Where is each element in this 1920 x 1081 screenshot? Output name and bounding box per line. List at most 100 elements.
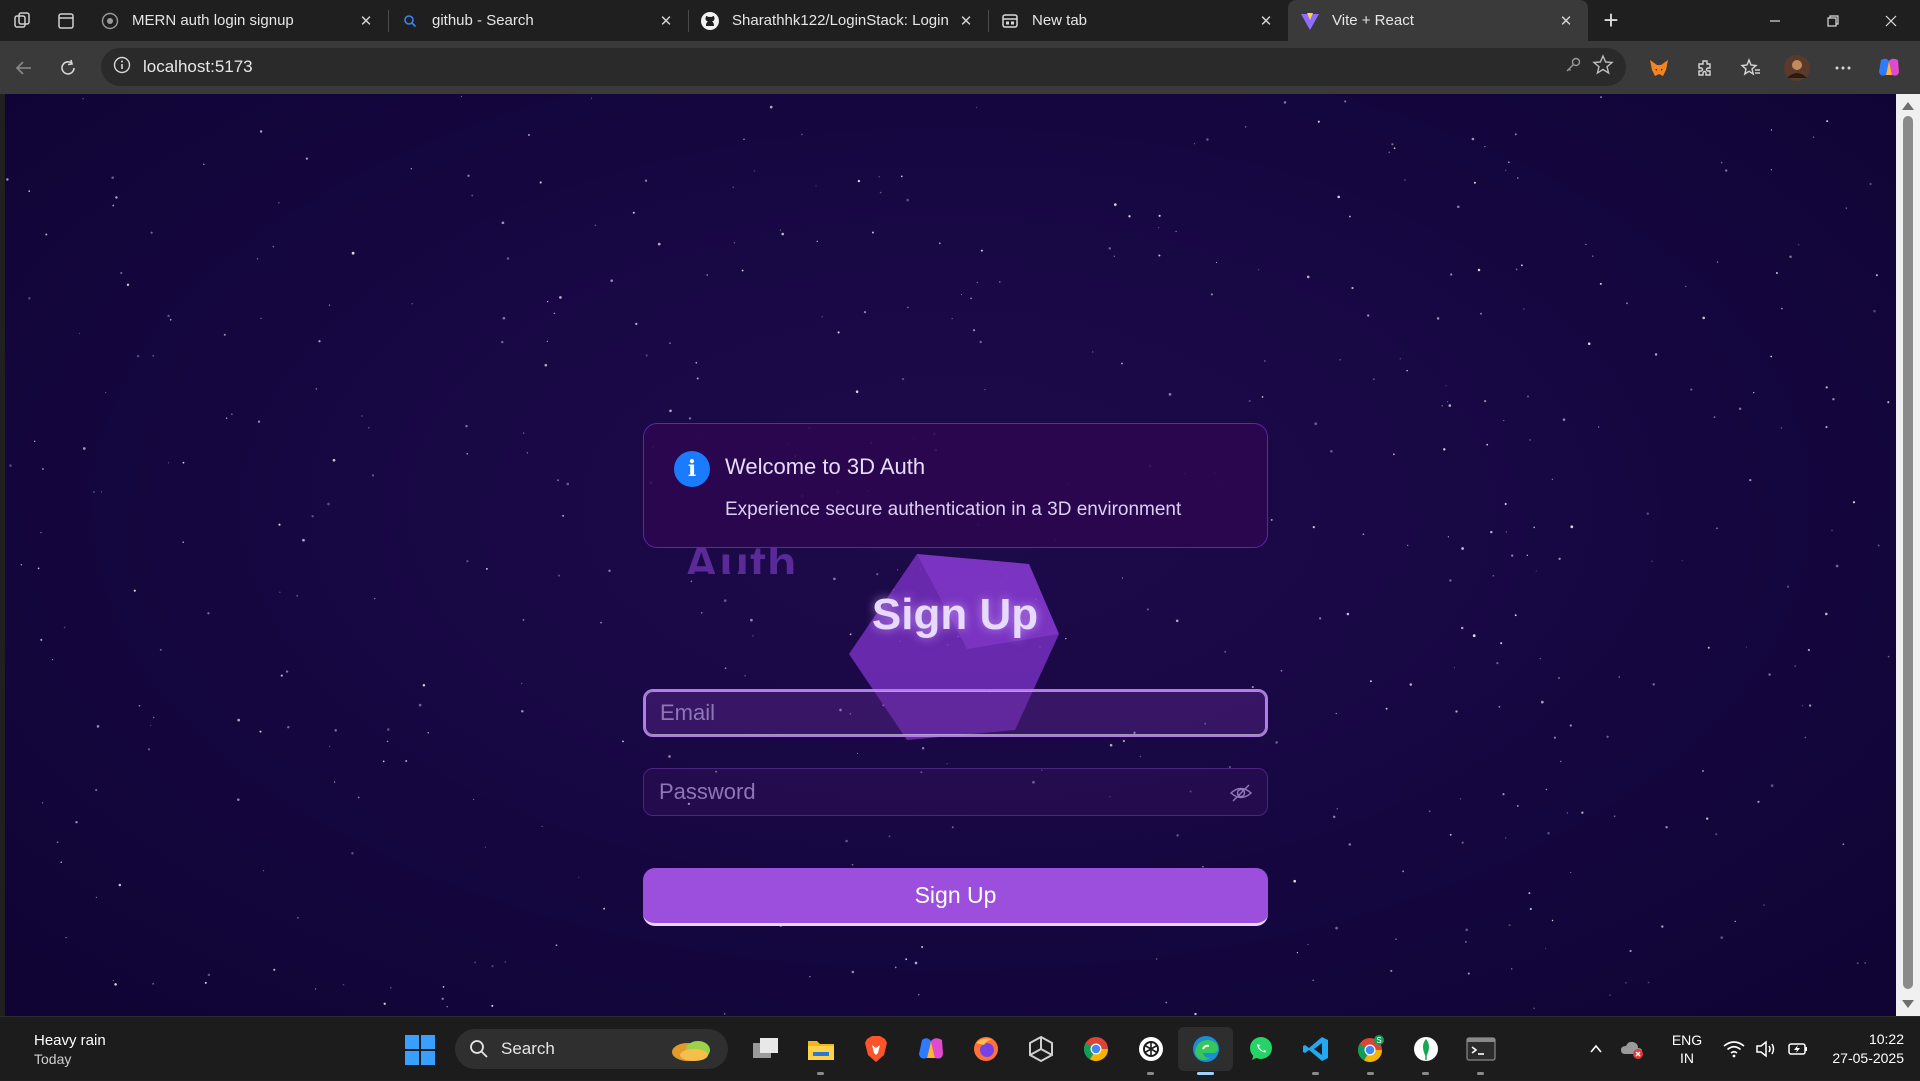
star [1461, 841, 1464, 844]
star [871, 231, 874, 234]
extensions-icon[interactable] [1682, 46, 1728, 90]
copilot-icon[interactable] [903, 1027, 958, 1071]
scroll-down-arrow-icon[interactable] [1902, 1000, 1914, 1008]
star [1826, 120, 1829, 123]
star [1629, 949, 1632, 953]
onedrive-error-icon[interactable] [1612, 1039, 1652, 1059]
star [1348, 215, 1351, 218]
chatgpt-icon[interactable] [1123, 1027, 1178, 1075]
star [1825, 426, 1828, 429]
scrollbar-thumb[interactable] [1903, 116, 1913, 989]
tab-new-tab[interactable]: New tab ✕ [988, 0, 1288, 41]
weather-widget[interactable]: Heavy rain Today [34, 1031, 106, 1069]
page-scrollbar[interactable] [1896, 94, 1920, 1016]
star [1511, 554, 1514, 557]
star [1514, 614, 1517, 617]
workspaces-icon[interactable] [0, 0, 44, 41]
star [1108, 247, 1112, 250]
edge-icon[interactable] [1178, 1027, 1233, 1075]
toggle-password-visibility-icon[interactable] [1229, 781, 1253, 811]
star [801, 133, 803, 136]
copilot-sidebar-icon[interactable] [1866, 46, 1912, 90]
star [1529, 907, 1532, 911]
language-indicator[interactable]: ENG IN [1656, 1031, 1718, 1067]
star [1763, 904, 1765, 906]
scroll-up-arrow-icon[interactable] [1902, 102, 1914, 110]
close-tab-icon[interactable]: ✕ [1556, 11, 1576, 31]
profile-avatar[interactable] [1774, 46, 1820, 90]
unity-icon[interactable] [1013, 1027, 1068, 1071]
star [1388, 151, 1391, 154]
star [1864, 962, 1866, 964]
favorites-icon[interactable] [1728, 46, 1774, 90]
close-tab-icon[interactable]: ✕ [956, 11, 976, 31]
star [328, 304, 331, 306]
star [1436, 317, 1440, 320]
close-window-icon[interactable] [1862, 0, 1920, 41]
chrome-profile-icon[interactable]: S [1343, 1027, 1398, 1075]
signup-button[interactable]: Sign Up [643, 868, 1268, 926]
star [150, 724, 152, 727]
whatsapp-icon[interactable] [1233, 1027, 1288, 1071]
more-options-icon[interactable] [1820, 46, 1866, 90]
file-explorer-icon[interactable] [793, 1027, 848, 1075]
star [668, 755, 671, 758]
search-icon [470, 1040, 488, 1058]
task-view-icon[interactable] [738, 1027, 793, 1071]
star [1545, 947, 1547, 950]
tab-github-search[interactable]: github - Search ✕ [388, 0, 688, 41]
address-bar[interactable]: localhost:5173 [101, 48, 1626, 86]
start-button[interactable] [405, 1035, 435, 1070]
tab-title: github - Search [432, 12, 534, 29]
back-icon[interactable] [2, 46, 46, 90]
star [921, 747, 925, 750]
wifi-icon[interactable] [1718, 1040, 1750, 1058]
password-field[interactable]: Password [643, 768, 1268, 816]
show-hidden-icons-chevron-icon[interactable] [1580, 1042, 1612, 1056]
star [833, 577, 836, 581]
favorite-star-icon[interactable] [1592, 53, 1614, 81]
star [669, 409, 672, 413]
taskbar-search[interactable]: Search [455, 1029, 728, 1069]
tab-mern-auth[interactable]: MERN auth login signup ✕ [88, 0, 388, 41]
email-placeholder: Email [660, 700, 716, 725]
toast-message: Experience secure authentication in a 3D… [725, 499, 1182, 520]
battery-charging-icon[interactable] [1782, 1039, 1814, 1059]
chrome-icon[interactable] [1068, 1027, 1123, 1071]
star [635, 322, 638, 326]
star [979, 340, 982, 344]
star [63, 626, 66, 629]
minimize-icon[interactable] [1746, 0, 1804, 41]
star [42, 468, 44, 470]
mongodb-icon[interactable] [1398, 1027, 1453, 1075]
key-icon[interactable] [1564, 56, 1582, 79]
volume-icon[interactable] [1750, 1040, 1782, 1058]
site-info-icon[interactable] [113, 56, 131, 79]
star [1351, 286, 1354, 290]
star [386, 740, 389, 743]
terminal-icon[interactable] [1453, 1027, 1508, 1075]
tab-github-repo[interactable]: Sharathhk122/LoginStack: LoginS ✕ [688, 0, 988, 41]
star [1224, 650, 1227, 653]
tab-vite-react[interactable]: Vite + React ✕ [1288, 0, 1588, 41]
clock[interactable]: 10:22 27-05-2025 [1820, 1030, 1920, 1068]
vertical-tabs-icon[interactable] [44, 0, 88, 41]
star [1314, 422, 1318, 426]
email-field[interactable]: Email [643, 689, 1268, 737]
metamask-icon[interactable] [1636, 46, 1682, 90]
signup-heading: Sign Up [871, 590, 1039, 639]
star [51, 658, 54, 661]
close-tab-icon[interactable]: ✕ [356, 11, 376, 31]
vscode-icon[interactable] [1288, 1027, 1343, 1075]
star [1606, 735, 1609, 738]
close-tab-icon[interactable]: ✕ [656, 11, 676, 31]
star [137, 354, 140, 358]
close-tab-icon[interactable]: ✕ [1256, 11, 1276, 31]
brave-icon[interactable] [848, 1027, 903, 1071]
restore-icon[interactable] [1804, 0, 1862, 41]
star [467, 174, 470, 177]
firefox-icon[interactable] [958, 1027, 1013, 1071]
star [1483, 399, 1487, 403]
new-tab-button[interactable]: + [1588, 0, 1634, 41]
refresh-icon[interactable] [46, 46, 90, 90]
